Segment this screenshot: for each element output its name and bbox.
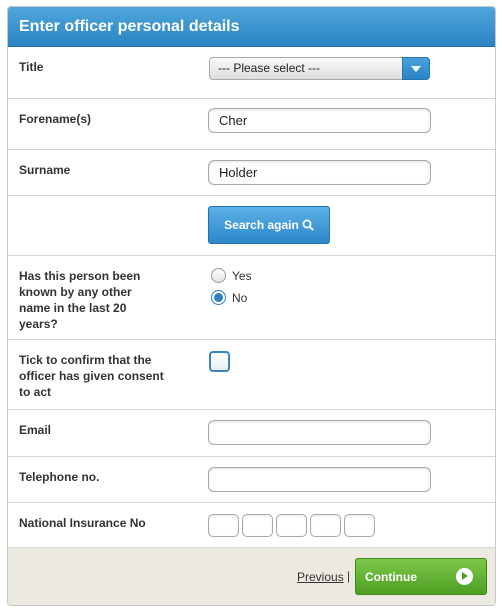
radio-yes[interactable] <box>211 268 226 283</box>
radio-yes-label: Yes <box>232 268 252 283</box>
officer-details-panel: Enter officer personal details Title ---… <box>7 6 496 606</box>
ni-segment-1[interactable] <box>208 514 239 537</box>
telephone-row: Telephone no. <box>8 457 495 503</box>
previous-link[interactable]: Previous <box>297 570 344 584</box>
radio-no-label: No <box>232 290 248 305</box>
email-label: Email <box>19 423 52 437</box>
ni-segment-3[interactable] <box>276 514 307 537</box>
search-again-button[interactable]: Search again <box>208 206 330 244</box>
footer-separator: | <box>347 569 351 583</box>
other-names-row: Has this person been known by any other … <box>8 256 495 340</box>
search-row: Search again <box>8 196 495 256</box>
ni-segment-4[interactable] <box>310 514 341 537</box>
consent-checkbox[interactable] <box>209 351 230 372</box>
forenames-label: Forename(s) <box>19 112 92 126</box>
search-icon <box>302 219 314 231</box>
title-row: Title --- Please select --- <box>8 47 495 99</box>
search-again-label: Search again <box>224 218 299 232</box>
radio-no[interactable] <box>211 290 226 305</box>
forenames-input[interactable] <box>208 108 431 133</box>
surname-input[interactable] <box>208 160 431 185</box>
title-select-value: --- Please select --- <box>218 61 321 75</box>
continue-button[interactable]: Continue <box>355 558 487 595</box>
continue-label: Continue <box>365 570 417 584</box>
chevron-down-icon[interactable] <box>402 57 430 80</box>
consent-label: Tick to confirm that the officer has giv… <box>19 353 164 399</box>
telephone-field[interactable] <box>208 467 431 492</box>
consent-row: Tick to confirm that the officer has giv… <box>8 340 495 410</box>
other-names-label: Has this person been known by any other … <box>19 269 141 331</box>
ni-segment-2[interactable] <box>242 514 273 537</box>
surname-row: Surname <box>8 150 495 196</box>
telephone-label: Telephone no. <box>19 470 100 484</box>
panel-title: Enter officer personal details <box>8 7 495 47</box>
surname-label: Surname <box>19 163 71 177</box>
form-footer: Previous | Continue <box>8 547 495 605</box>
arrow-right-circle-icon <box>456 568 473 585</box>
email-field[interactable] <box>208 420 431 445</box>
title-select[interactable]: --- Please select --- <box>209 57 430 80</box>
email-row: Email <box>8 410 495 457</box>
title-label: Title <box>19 60 44 74</box>
ni-segment-5[interactable] <box>344 514 375 537</box>
radio-option-yes[interactable]: Yes <box>211 268 252 283</box>
forenames-row: Forename(s) <box>8 99 495 150</box>
ni-number-inputs <box>208 514 375 537</box>
ni-label: National Insurance No <box>19 516 146 530</box>
ni-row: National Insurance No <box>8 503 495 553</box>
radio-option-no[interactable]: No <box>211 290 247 305</box>
